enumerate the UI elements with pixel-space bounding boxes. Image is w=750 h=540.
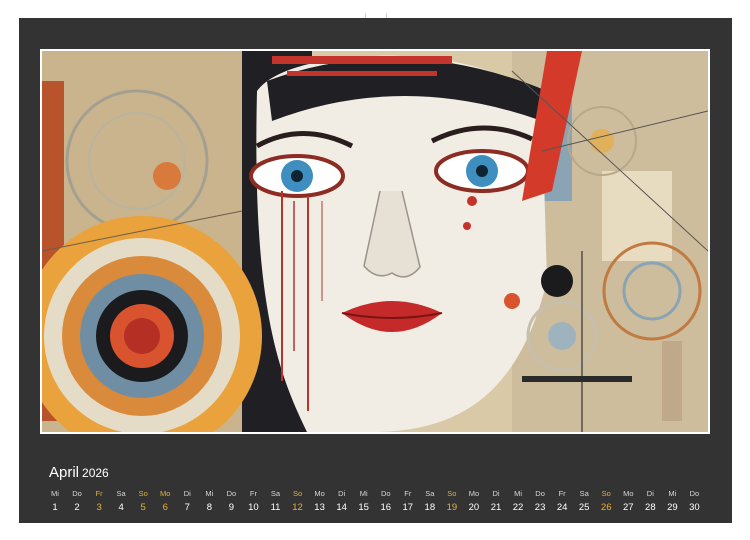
day-cell: Mo 27 xyxy=(617,488,639,516)
day-number: 22 xyxy=(512,502,524,513)
day-cell: Sa 11 xyxy=(265,488,287,516)
weekday-label: Do xyxy=(689,489,700,498)
month-year: 2026 xyxy=(82,466,109,480)
weekday-label: Sa xyxy=(116,489,126,498)
weekday-label: Do xyxy=(380,489,391,498)
day-number: 5 xyxy=(140,502,146,513)
day-number: 23 xyxy=(534,502,546,513)
day-cell: Fr 10 xyxy=(242,488,264,516)
day-number: 3 xyxy=(96,502,102,513)
day-number: 6 xyxy=(162,502,168,513)
day-number: 9 xyxy=(228,502,235,513)
month-name: April xyxy=(49,464,80,481)
calendar-sheet: April 2026 Mi 1 Do 2 Fr 3 Sa 4 So 5 Mo 6 Di 7 Mi 8 Do 9 Fr 1… xyxy=(19,18,732,523)
day-cell: Do 16 xyxy=(375,488,397,516)
weekday-label: So xyxy=(601,489,611,498)
day-cell: Fr 17 xyxy=(397,488,419,516)
day-cell: Di 28 xyxy=(639,488,661,516)
day-cell: Di 7 xyxy=(176,488,198,516)
day-number: 18 xyxy=(424,502,436,513)
weekday-label: Di xyxy=(338,489,346,498)
day-number: 1 xyxy=(52,502,58,513)
day-number: 15 xyxy=(358,502,369,513)
weekday-label: So xyxy=(447,489,457,498)
day-number: 27 xyxy=(623,502,634,513)
day-number: 28 xyxy=(645,502,656,513)
weekday-label: Di xyxy=(183,489,191,498)
day-number: 24 xyxy=(556,502,568,513)
weekday-label: Di xyxy=(492,489,500,498)
weekday-label: So xyxy=(292,489,303,498)
month-title: April 2026 xyxy=(49,464,109,481)
day-cell: Sa 4 xyxy=(110,488,132,516)
weekday-label: Sa xyxy=(270,489,281,498)
day-number: 7 xyxy=(184,502,190,513)
weekday-label: Mi xyxy=(51,489,59,498)
weekday-label: Sa xyxy=(579,489,589,498)
day-cell: Fr 3 xyxy=(88,488,110,516)
day-cell: So 26 xyxy=(595,488,617,516)
day-grid: Mi 1 Do 2 Fr 3 Sa 4 So 5 Mo 6 Di 7 Mi 8 Do 9 Fr 10 Sa 11 So 12 M… xyxy=(44,488,716,518)
day-number: 11 xyxy=(270,502,281,513)
day-number: 4 xyxy=(118,502,124,513)
weekday-label: Fr xyxy=(95,489,103,498)
day-number: 17 xyxy=(402,502,414,513)
weekday-label: Fr xyxy=(249,489,257,498)
artwork-image xyxy=(42,51,708,432)
day-cell: Do 30 xyxy=(683,488,705,516)
day-number: 14 xyxy=(336,502,347,513)
day-cell: So 5 xyxy=(132,488,154,516)
day-cell: So 12 xyxy=(287,488,309,516)
day-number: 8 xyxy=(206,502,212,513)
day-cell: Sa 18 xyxy=(419,488,441,516)
day-number: 2 xyxy=(74,502,80,513)
day-number: 30 xyxy=(689,502,700,513)
weekday-label: Mi xyxy=(359,489,368,498)
weekday-label: Sa xyxy=(425,489,435,498)
weekday-label: Mi xyxy=(205,489,214,498)
day-cell: Di 14 xyxy=(331,488,353,516)
day-number: 16 xyxy=(380,502,392,513)
day-cell: Do 9 xyxy=(220,488,242,516)
day-cell: Mi 8 xyxy=(198,488,220,516)
day-cell: Mo 20 xyxy=(463,488,485,516)
day-cell: Mi 22 xyxy=(507,488,529,516)
day-cell: Do 23 xyxy=(529,488,551,516)
weekday-label: Di xyxy=(646,489,654,498)
day-number: 29 xyxy=(667,502,678,513)
day-cell: So 19 xyxy=(441,488,463,516)
day-number: 20 xyxy=(468,502,480,513)
day-cell: Do 2 xyxy=(66,488,88,516)
day-number: 13 xyxy=(314,502,325,513)
day-cell: Mo 6 xyxy=(154,488,176,516)
day-cell: Mo 13 xyxy=(309,488,331,516)
weekday-label: Do xyxy=(72,489,82,498)
day-number: 21 xyxy=(490,502,502,513)
day-number: 12 xyxy=(292,502,303,513)
day-cell: Mi 15 xyxy=(353,488,375,516)
weekday-label: So xyxy=(138,489,148,498)
weekday-label: Mi xyxy=(668,489,677,498)
weekday-label: Fr xyxy=(558,489,566,498)
day-cell: Fr 24 xyxy=(551,488,573,516)
day-number: 10 xyxy=(248,502,259,513)
day-number: 19 xyxy=(446,502,458,513)
weekday-label: Mi xyxy=(514,489,522,498)
day-cell: Mi 1 xyxy=(44,488,66,516)
day-cell: Di 21 xyxy=(485,488,507,516)
day-number: 25 xyxy=(578,502,590,513)
weekday-label: Mo xyxy=(160,489,171,498)
day-cell: Mi 29 xyxy=(661,488,683,516)
weekday-label: Do xyxy=(535,489,545,498)
day-number: 26 xyxy=(600,502,612,513)
day-cell: Sa 25 xyxy=(573,488,595,516)
weekday-label: Mo xyxy=(314,489,325,498)
weekday-label: Fr xyxy=(404,489,412,498)
weekday-label: Mo xyxy=(623,489,634,498)
weekday-label: Do xyxy=(226,489,237,498)
weekday-label: Mo xyxy=(468,489,480,498)
artwork-frame xyxy=(40,49,710,434)
